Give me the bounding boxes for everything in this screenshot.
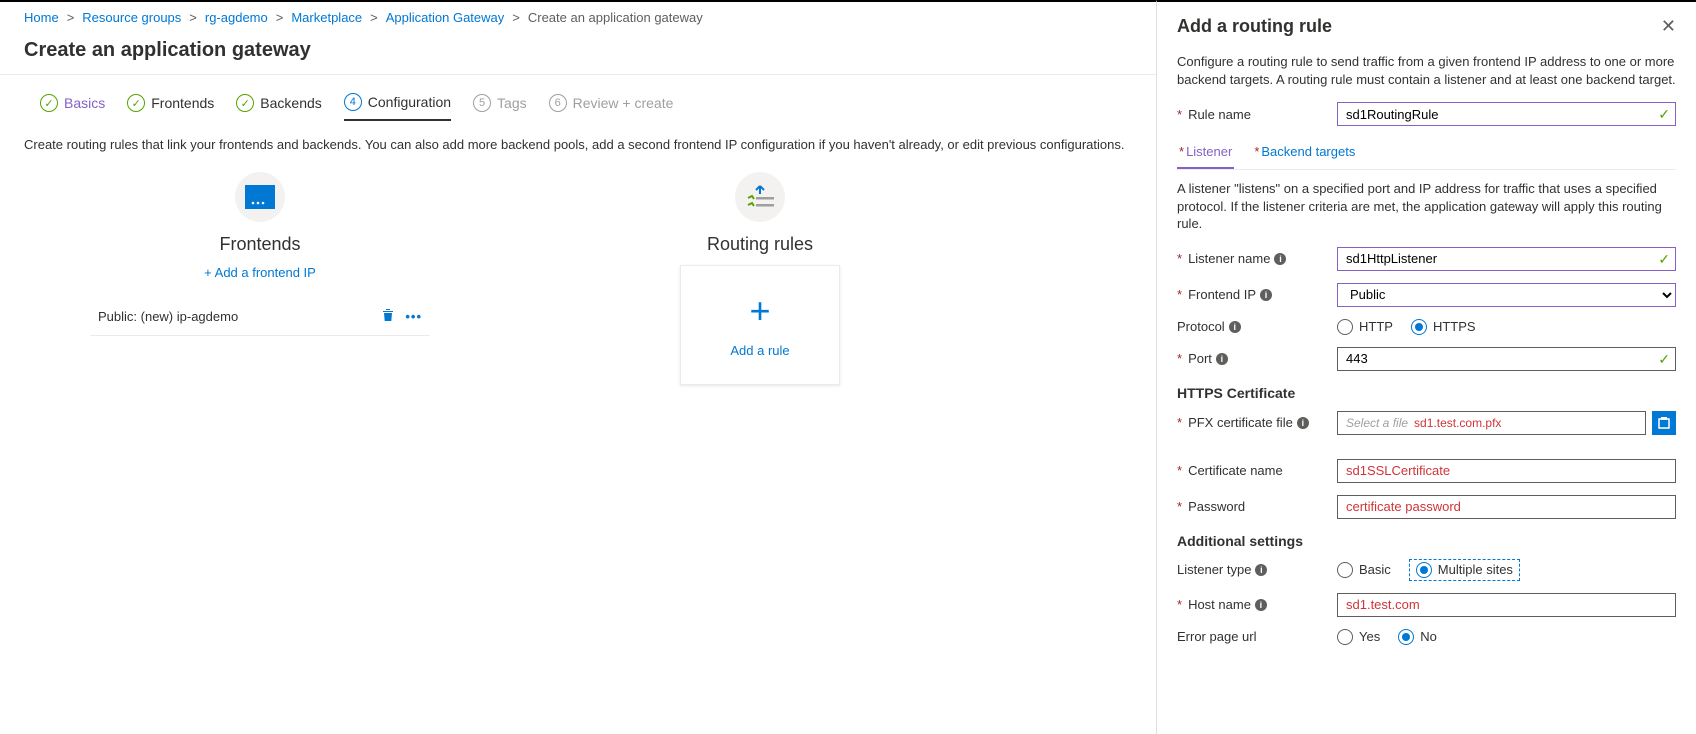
browse-file-button[interactable] xyxy=(1652,411,1676,435)
frontend-item: Public: (new) ip-agdemo ••• xyxy=(90,298,430,336)
password-input[interactable] xyxy=(1337,495,1676,519)
wizard-steps: ✓Basics ✓Frontends ✓Backends 4Configurat… xyxy=(0,75,1156,121)
step-basics[interactable]: ✓Basics xyxy=(40,93,105,121)
host-name-input[interactable] xyxy=(1337,593,1676,617)
info-icon[interactable]: i xyxy=(1255,564,1267,576)
additional-settings-heading: Additional settings xyxy=(1177,533,1676,549)
port-input[interactable] xyxy=(1337,347,1676,371)
listener-description: A listener "listens" on a specified port… xyxy=(1177,180,1676,233)
password-label: Password xyxy=(1188,499,1245,514)
page-title: Create an application gateway xyxy=(0,33,1156,75)
breadcrumb-current: Create an application gateway xyxy=(528,10,703,25)
rule-name-input[interactable] xyxy=(1337,102,1676,126)
frontends-icon xyxy=(235,172,285,222)
routing-rules-icon xyxy=(735,172,785,222)
frontend-ip-label: Frontend IP xyxy=(1188,287,1256,302)
routing-rules-title: Routing rules xyxy=(707,234,813,255)
step-tags[interactable]: 5Tags xyxy=(473,93,527,121)
frontends-title: Frontends xyxy=(219,234,300,255)
info-icon[interactable]: i xyxy=(1274,253,1286,265)
add-rule-card[interactable]: + Add a rule xyxy=(680,265,840,385)
step-configuration[interactable]: 4Configuration xyxy=(344,93,451,121)
listener-type-label: Listener type xyxy=(1177,562,1251,577)
frontend-ip-select[interactable]: Public xyxy=(1337,283,1676,307)
info-icon[interactable]: i xyxy=(1216,353,1228,365)
tab-backend-targets[interactable]: *Backend targets xyxy=(1252,138,1357,169)
https-cert-heading: HTTPS Certificate xyxy=(1177,385,1676,401)
step-review[interactable]: 6Review + create xyxy=(549,93,674,121)
breadcrumb-rg[interactable]: rg-agdemo xyxy=(205,10,268,25)
breadcrumb-home[interactable]: Home xyxy=(24,10,59,25)
delete-icon[interactable] xyxy=(381,308,395,325)
more-icon[interactable]: ••• xyxy=(405,309,422,324)
add-routing-rule-panel: Add a routing rule ✕ Configure a routing… xyxy=(1156,0,1696,734)
breadcrumb-appgw[interactable]: Application Gateway xyxy=(386,10,505,25)
info-icon[interactable]: i xyxy=(1255,599,1267,611)
panel-title: Add a routing rule xyxy=(1177,16,1332,37)
error-page-label: Error page url xyxy=(1177,629,1256,644)
breadcrumb: Home> Resource groups> rg-agdemo> Market… xyxy=(0,2,1156,33)
page-description: Create routing rules that link your fron… xyxy=(0,121,1156,172)
add-frontend-ip-link[interactable]: + Add a frontend IP xyxy=(204,265,316,280)
listener-name-label: Listener name xyxy=(1188,251,1270,266)
protocol-http-radio[interactable]: HTTP xyxy=(1337,319,1393,335)
routing-rules-column: Routing rules + Add a rule xyxy=(540,172,980,385)
listener-name-input[interactable] xyxy=(1337,247,1676,271)
frontends-column: Frontends + Add a frontend IP Public: (n… xyxy=(40,172,480,385)
port-label: Port xyxy=(1188,351,1212,366)
pfx-file-display: Select a file sd1.test.com.pfx xyxy=(1337,411,1646,435)
cert-name-label: Certificate name xyxy=(1188,463,1283,478)
cert-name-input[interactable] xyxy=(1337,459,1676,483)
breadcrumb-marketplace[interactable]: Marketplace xyxy=(291,10,362,25)
host-name-label: Host name xyxy=(1188,597,1251,612)
step-backends[interactable]: ✓Backends xyxy=(236,93,321,121)
info-icon[interactable]: i xyxy=(1229,321,1241,333)
panel-description: Configure a routing rule to send traffic… xyxy=(1177,53,1676,88)
error-page-yes-radio[interactable]: Yes xyxy=(1337,629,1380,645)
tab-listener[interactable]: *Listener xyxy=(1177,138,1234,169)
breadcrumb-resource-groups[interactable]: Resource groups xyxy=(82,10,181,25)
panel-tabs: *Listener *Backend targets xyxy=(1177,138,1676,170)
protocol-https-radio[interactable]: HTTPS xyxy=(1411,319,1476,335)
info-icon[interactable]: i xyxy=(1260,289,1272,301)
pfx-label: PFX certificate file xyxy=(1188,415,1293,430)
listener-type-basic-radio[interactable]: Basic xyxy=(1337,562,1391,578)
frontend-item-label: Public: (new) ip-agdemo xyxy=(98,309,238,324)
add-rule-label: Add a rule xyxy=(730,343,789,358)
error-page-no-radio[interactable]: No xyxy=(1398,629,1437,645)
step-frontends[interactable]: ✓Frontends xyxy=(127,93,214,121)
plus-icon: + xyxy=(749,293,770,329)
close-icon[interactable]: ✕ xyxy=(1661,16,1676,37)
protocol-label: Protocol xyxy=(1177,319,1225,334)
info-icon[interactable]: i xyxy=(1297,417,1309,429)
listener-type-multisite-radio[interactable]: Multiple sites xyxy=(1409,559,1520,581)
rule-name-label: Rule name xyxy=(1188,107,1251,122)
